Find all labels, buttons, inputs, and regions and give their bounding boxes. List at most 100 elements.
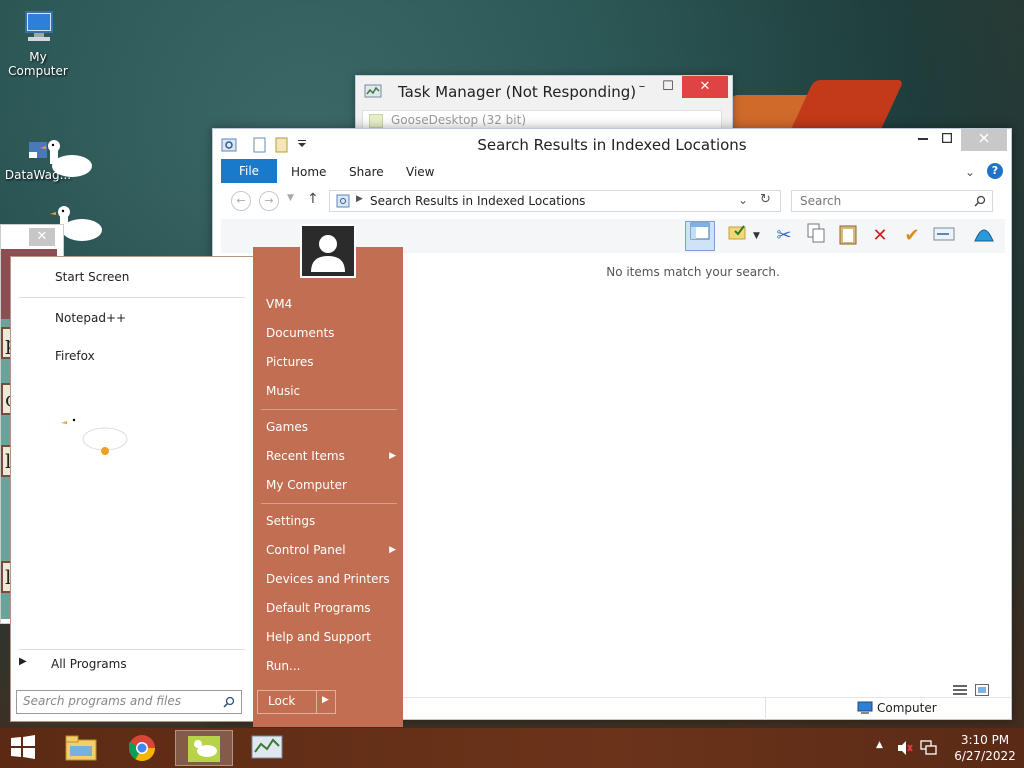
lock-button[interactable]: Lock ▶ bbox=[257, 690, 336, 714]
start-place-recent-items[interactable]: Recent Items ▶ bbox=[266, 449, 396, 463]
start-place-games[interactable]: Games bbox=[266, 420, 308, 434]
start-place-default-programs[interactable]: Default Programs bbox=[266, 601, 371, 615]
navigation-bar: ← → ▼ ↑ ▶ Search Results in Indexed Loca… bbox=[221, 187, 1005, 215]
lock-options-arrow-icon[interactable]: ▶ bbox=[322, 695, 329, 705]
system-properties-button[interactable] bbox=[971, 223, 997, 249]
submenu-arrow-icon: ▶ bbox=[389, 545, 396, 555]
start-place-documents[interactable]: Documents bbox=[266, 326, 334, 340]
show-hidden-icons-button[interactable]: ▲ bbox=[876, 740, 883, 750]
close-icon bbox=[979, 133, 989, 143]
task-manager-icon bbox=[364, 84, 382, 98]
taskbar: ▲ 3:10 PM 6/27/2022 bbox=[0, 728, 1024, 768]
desktop-icon-label: My Computer bbox=[8, 50, 68, 78]
close-button[interactable]: ✕ bbox=[29, 228, 55, 246]
start-place-music[interactable]: Music bbox=[266, 384, 300, 398]
tab-file[interactable]: File bbox=[221, 159, 277, 183]
start-search-input[interactable]: Search programs and files bbox=[16, 690, 242, 714]
task-manager-window[interactable]: Task Manager (Not Responding) – ☐ ✕ Goos… bbox=[355, 75, 733, 133]
copy-button[interactable] bbox=[803, 223, 829, 249]
volume-muted-icon[interactable] bbox=[896, 740, 914, 756]
monitor-icon bbox=[25, 11, 53, 41]
taskbar-goose-desktop[interactable] bbox=[175, 730, 233, 766]
start-item-start-screen[interactable]: Start Screen bbox=[55, 270, 129, 284]
forward-button[interactable]: → bbox=[259, 191, 279, 211]
clipboard-icon bbox=[839, 225, 857, 245]
chrome-icon bbox=[128, 735, 156, 762]
open-dropdown-icon[interactable]: ▼ bbox=[753, 231, 760, 241]
paste-button[interactable] bbox=[835, 223, 861, 249]
start-item-notepad[interactable]: Notepad++ bbox=[55, 311, 126, 325]
start-button[interactable] bbox=[8, 734, 40, 762]
preview-pane-button[interactable] bbox=[685, 221, 715, 251]
system-clock[interactable]: 3:10 PM 6/27/2022 bbox=[950, 732, 1020, 764]
process-row[interactable]: GooseDesktop (32 bit) bbox=[362, 110, 722, 130]
start-place-vm4[interactable]: VM4 bbox=[266, 297, 292, 311]
submenu-arrow-icon: ▶ bbox=[389, 451, 396, 461]
start-place-run[interactable]: Run... bbox=[266, 659, 300, 673]
computer-icon bbox=[857, 701, 873, 714]
app-icon bbox=[369, 114, 383, 128]
tab-home[interactable]: Home bbox=[291, 159, 326, 183]
folder-icon bbox=[65, 735, 97, 761]
all-programs-arrow-icon: ▶ bbox=[19, 656, 27, 667]
layout-icon bbox=[690, 222, 710, 240]
close-button[interactable] bbox=[961, 129, 1007, 151]
up-button[interactable]: ↑ bbox=[307, 191, 319, 207]
ribbon-expand-button[interactable]: ⌄ bbox=[965, 159, 975, 183]
tab-view[interactable]: View bbox=[406, 159, 434, 183]
address-dropdown-icon[interactable]: ⌄ bbox=[738, 193, 748, 207]
all-programs-button[interactable]: All Programs bbox=[51, 657, 127, 671]
start-place-pictures[interactable]: Pictures bbox=[266, 355, 314, 369]
clock-date: 6/27/2022 bbox=[954, 749, 1016, 763]
cut-button[interactable]: ✂ bbox=[771, 223, 797, 249]
delete-x-icon: ✕ bbox=[872, 225, 888, 246]
details-view-button[interactable] bbox=[953, 684, 967, 699]
start-menu-places: VM4 Documents Pictures Music Games Recen… bbox=[253, 247, 403, 727]
refresh-icon[interactable]: ↻ bbox=[760, 192, 771, 207]
title-bar[interactable]: Search Results in Indexed Locations bbox=[213, 129, 1011, 159]
start-item-firefox[interactable]: Firefox bbox=[55, 349, 95, 363]
empty-results-message: No items match your search. bbox=[606, 265, 780, 279]
window-title: Search Results in Indexed Locations bbox=[477, 136, 747, 154]
ribbon-tabs: File Home Share View ⌄ ? bbox=[221, 159, 1005, 183]
goose-icon bbox=[40, 140, 92, 177]
search-input[interactable]: Search bbox=[791, 190, 993, 212]
tab-share[interactable]: Share bbox=[349, 159, 384, 183]
search-icon bbox=[223, 696, 235, 708]
breadcrumb-arrow-icon: ▶ bbox=[356, 194, 363, 204]
large-icons-view-button[interactable] bbox=[975, 684, 989, 699]
open-button[interactable] bbox=[725, 223, 751, 249]
scissors-icon: ✂ bbox=[776, 225, 792, 246]
start-place-devices-printers[interactable]: Devices and Printers bbox=[266, 572, 390, 586]
search-placeholder: Search programs and files bbox=[23, 694, 181, 708]
taskbar-chrome[interactable] bbox=[113, 730, 171, 766]
start-place-control-panel[interactable]: Control Panel ▶ bbox=[266, 543, 396, 557]
properties-button[interactable] bbox=[931, 223, 957, 249]
clock-time: 3:10 PM bbox=[960, 733, 1010, 747]
start-place-settings[interactable]: Settings bbox=[266, 514, 315, 528]
network-icon[interactable] bbox=[920, 739, 938, 757]
menu-divider bbox=[261, 503, 397, 504]
taskbar-file-explorer[interactable] bbox=[52, 730, 110, 766]
delete-button[interactable]: ✕ bbox=[867, 223, 893, 249]
goose-icon bbox=[188, 736, 220, 762]
rename-button[interactable]: ✔ bbox=[899, 223, 925, 249]
task-manager-icon bbox=[251, 735, 283, 759]
start-place-my-computer[interactable]: My Computer bbox=[266, 478, 347, 492]
status-divider bbox=[765, 698, 766, 720]
start-menu-programs: Start Screen Notepad++ Firefox ▶ All Pro… bbox=[10, 256, 254, 722]
maximize-icon bbox=[941, 132, 953, 144]
address-bar[interactable]: ▶ Search Results in Indexed Locations ⌄ … bbox=[329, 190, 781, 212]
status-location: Computer bbox=[877, 701, 937, 715]
close-button[interactable]: ✕ bbox=[682, 76, 728, 98]
back-button[interactable]: ← bbox=[231, 191, 251, 211]
help-button[interactable]: ? bbox=[987, 163, 1003, 179]
user-avatar[interactable] bbox=[300, 224, 356, 278]
taskbar-task-manager[interactable] bbox=[238, 730, 296, 766]
search-icon bbox=[974, 195, 986, 207]
start-place-help-support[interactable]: Help and Support bbox=[266, 630, 371, 644]
goose-icon bbox=[61, 415, 128, 455]
desktop-icon-my-computer[interactable]: My Computer bbox=[0, 10, 76, 78]
search-placeholder: Search bbox=[800, 194, 842, 208]
recent-locations-button[interactable]: ▼ bbox=[287, 193, 294, 203]
